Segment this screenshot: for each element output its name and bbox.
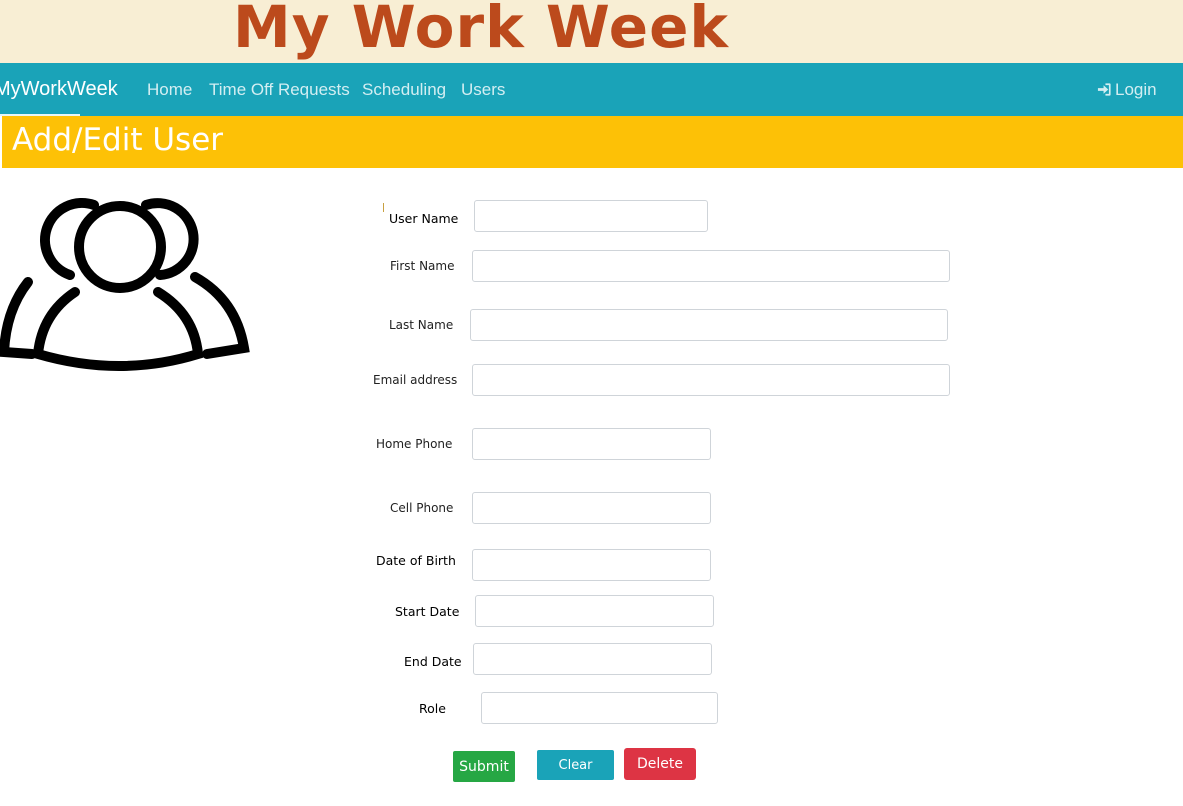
- navbar-brand[interactable]: MyWorkWeek: [0, 78, 118, 101]
- cell-phone-label: Cell Phone: [390, 501, 454, 515]
- email-address-label: Email address: [373, 373, 458, 387]
- end-date-label: End Date: [404, 654, 462, 669]
- last-name-label: Last Name: [389, 318, 454, 332]
- nav-link-users[interactable]: Users: [461, 80, 505, 100]
- nav-link-time-off-requests[interactable]: Time Off Requests: [209, 80, 350, 100]
- date-of-birth-input[interactable]: [472, 549, 711, 581]
- first-name-input[interactable]: [472, 250, 950, 282]
- home-phone-label: Home Phone: [376, 437, 453, 451]
- page-title: Add/Edit User: [12, 122, 224, 158]
- navbar: MyWorkWeek Home Time Off Requests Schedu…: [0, 63, 1183, 116]
- users-icon: [0, 198, 250, 371]
- email-address-input[interactable]: [472, 364, 950, 396]
- user-name-label: User Name: [389, 211, 459, 226]
- submit-button[interactable]: Submit: [453, 751, 515, 782]
- banner-title: My Work Week: [233, 0, 729, 61]
- start-date-label: Start Date: [395, 604, 460, 619]
- login-label: Login: [1115, 80, 1157, 99]
- cell-phone-input[interactable]: [472, 492, 711, 524]
- nav-link-scheduling[interactable]: Scheduling: [362, 80, 446, 100]
- role-input[interactable]: [481, 692, 718, 724]
- page-heading-bar: Add/Edit User: [2, 116, 1183, 168]
- top-banner: My Work Week: [0, 0, 1183, 63]
- role-label: Role: [419, 701, 446, 716]
- user-name-input[interactable]: [474, 200, 708, 232]
- sign-in-icon: [1097, 83, 1111, 96]
- home-phone-input[interactable]: [472, 428, 711, 460]
- first-name-label: First Name: [390, 259, 455, 273]
- login-link[interactable]: Login: [1097, 80, 1157, 100]
- delete-button[interactable]: Delete: [624, 748, 696, 780]
- nav-link-home[interactable]: Home: [147, 80, 192, 100]
- start-date-input[interactable]: [475, 595, 714, 627]
- last-name-input[interactable]: [470, 309, 948, 341]
- end-date-input[interactable]: [473, 643, 712, 675]
- clear-button[interactable]: Clear: [537, 750, 614, 780]
- text-cursor-mark: [383, 203, 384, 212]
- date-of-birth-label: Date of Birth: [376, 553, 456, 568]
